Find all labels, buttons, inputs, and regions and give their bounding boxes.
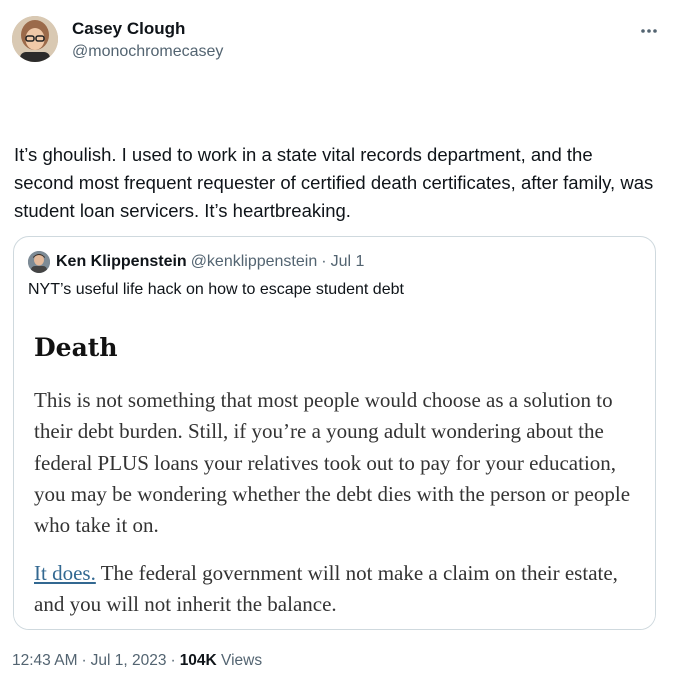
quoted-avatar [28, 251, 50, 273]
tweet-header: Casey Clough @monochromecasey [12, 16, 667, 66]
more-button[interactable] [637, 18, 661, 42]
article-paragraph: This is not something that most people w… [34, 388, 631, 538]
tweet-meta: 12:43 AM · Jul 1, 2023 · 104K Views [12, 652, 262, 670]
avatar[interactable] [12, 16, 58, 62]
author-handle[interactable]: @monochromecasey [72, 43, 223, 61]
separator-dot: · [170, 652, 176, 669]
quoted-date: Jul 1 [330, 253, 365, 270]
quoted-tweet-text: NYT’s useful life hack on how to escape … [28, 281, 404, 298]
tweet: Casey Clough @monochromecasey It’s ghoul… [0, 0, 679, 686]
quoted-tweet-header: Ken Klippenstein @kenklippenstein · Jul … [28, 251, 364, 273]
article-heading: Death [34, 333, 118, 362]
views-label: Views [216, 652, 263, 669]
more-horizontal-icon [640, 21, 658, 39]
quoted-media-image: Death This is not something that most pe… [14, 313, 655, 629]
separator-dot: · [321, 253, 327, 270]
quoted-author-name: Ken Klippenstein [56, 253, 187, 270]
quoted-author-handle: @kenklippenstein [190, 253, 318, 270]
article-link: It does. [34, 561, 96, 585]
author-name[interactable]: Casey Clough [72, 19, 185, 39]
article-paragraph-2-text: The federal government will not make a c… [34, 561, 618, 617]
quoted-tweet-card[interactable]: Ken Klippenstein @kenklippenstein · Jul … [13, 236, 656, 630]
article-paragraph-2: It does. The federal government will not… [34, 558, 652, 621]
views-count[interactable]: 104K [180, 652, 217, 670]
separator-dot: · [81, 652, 87, 669]
tweet-text-paragraph: It’s ghoulish. I used to work in a state… [14, 144, 659, 221]
tweet-date[interactable]: Jul 1, 2023 [91, 652, 167, 670]
tweet-time[interactable]: 12:43 AM [12, 652, 78, 670]
